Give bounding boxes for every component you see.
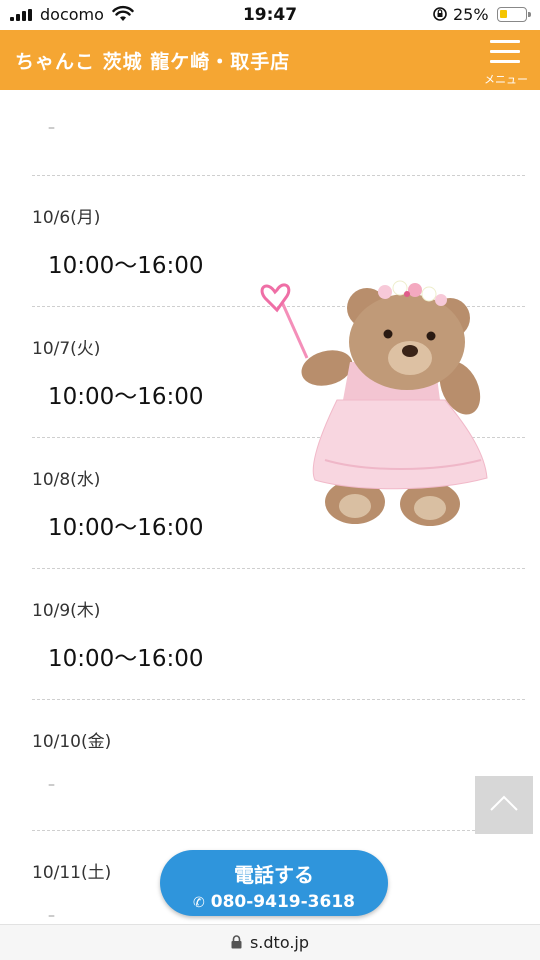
orientation-lock-icon [433, 7, 447, 21]
day-hours: 10:00〜16:00 [48, 515, 204, 541]
back-to-top-button[interactable] [475, 776, 533, 834]
site-title[interactable]: ちゃんこ 茨城 龍ケ崎・取手店 [15, 47, 290, 74]
schedule-row: 10/10(金) – [32, 700, 525, 831]
menu-button[interactable]: メニュー [478, 38, 534, 88]
day-hours: – [48, 777, 55, 793]
day-date: 10/9(木) [32, 601, 101, 621]
day-hours: 10:00〜16:00 [48, 384, 204, 410]
teddy-bear-fairy-illustration [260, 280, 488, 526]
browser-url-bar[interactable]: s.dto.jp [0, 924, 540, 960]
day-date: 10/11(土) [32, 863, 112, 883]
phone-icon: ✆ [193, 895, 205, 911]
call-button-phone: ✆ 080-9419-3618 [193, 892, 355, 912]
call-button-label: 電話する [234, 863, 314, 887]
schedule-row: – [32, 90, 525, 176]
battery-percentage: 25% [453, 5, 489, 24]
day-hours: 10:00〜16:00 [48, 253, 204, 279]
day-date: 10/7(火) [32, 339, 101, 359]
battery-icon [497, 7, 531, 22]
site-header: ちゃんこ 茨城 龍ケ崎・取手店 メニュー [0, 30, 540, 90]
chevron-up-icon [490, 795, 518, 811]
menu-label: メニュー [484, 73, 528, 86]
day-hours: – [48, 908, 55, 924]
status-bar: docomo 19:47 25% [0, 0, 540, 30]
url-domain: s.dto.jp [249, 933, 310, 952]
schedule-row: 10/9(木) 10:00〜16:00 [32, 569, 525, 700]
lock-icon [231, 935, 242, 949]
day-hours: – [48, 120, 55, 136]
day-date: 10/6(月) [32, 208, 101, 228]
day-hours: 10:00〜16:00 [48, 646, 204, 672]
call-button[interactable]: 電話する ✆ 080-9419-3618 [160, 850, 388, 916]
day-date: 10/10(金) [32, 732, 112, 752]
day-date: 10/8(水) [32, 470, 101, 490]
